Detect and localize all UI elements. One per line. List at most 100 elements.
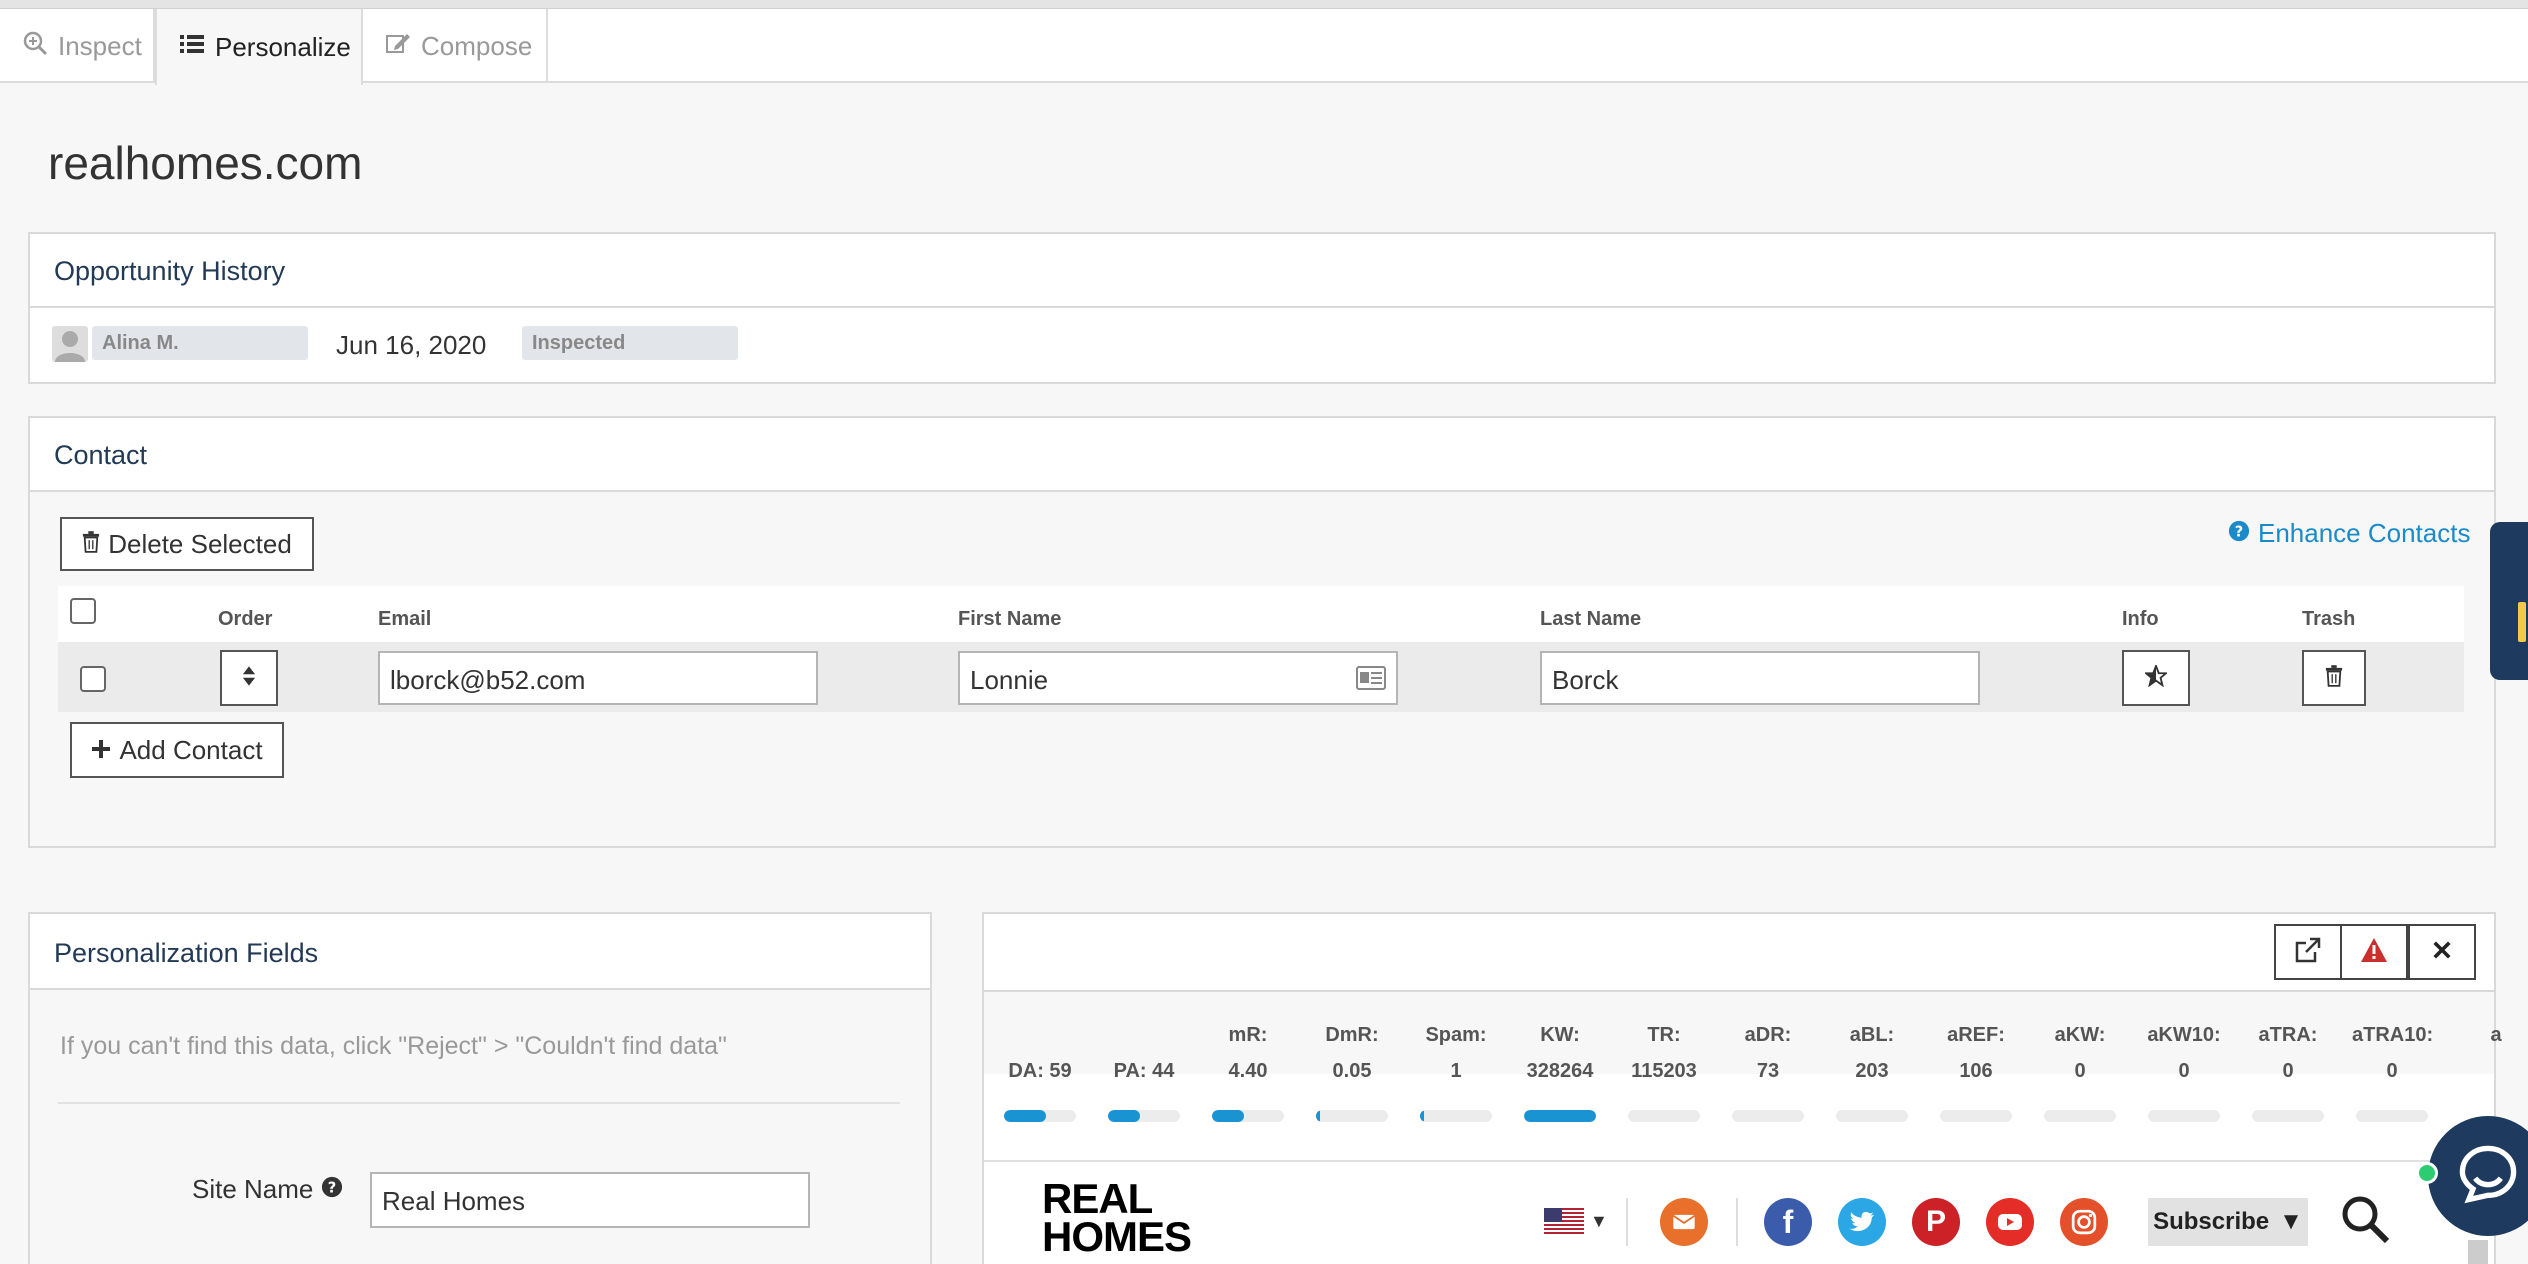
caret-down-icon: ▼ — [2279, 1208, 2303, 1235]
metric-value: 203 — [1855, 1060, 1889, 1082]
panel-title: Contact — [54, 440, 148, 470]
row-checkbox[interactable] — [80, 666, 106, 692]
metric-label: aREF: — [1947, 1024, 2005, 1046]
metric-value: 0 — [2282, 1060, 2294, 1082]
history-entry: Alina M. Jun 16, 2020 Inspected — [30, 308, 2494, 382]
info-button[interactable] — [2122, 650, 2190, 706]
opportunity-history-panel: Opportunity History Alina M. Jun 16, 202… — [28, 232, 2496, 384]
metric-value: 4.40 — [1228, 1060, 1268, 1082]
metric-label: aKW: — [2054, 1024, 2106, 1046]
sort-icon — [242, 663, 256, 694]
trash-button[interactable] — [2302, 650, 2366, 706]
panel-header: Opportunity History — [30, 234, 2494, 308]
metric-bar — [1316, 1110, 1388, 1122]
add-contact-button[interactable]: Add Contact — [70, 722, 284, 778]
metric-value: 0 — [2386, 1060, 2398, 1082]
col-first-name: First Name — [958, 608, 1062, 630]
metric-bar — [2356, 1110, 2428, 1122]
status-badge: Inspected — [522, 326, 738, 360]
panel-header: Personalization Fields — [30, 914, 930, 990]
svg-text:?: ? — [328, 1180, 337, 1197]
pinterest-icon[interactable]: P — [1912, 1198, 1960, 1246]
order-sort-button[interactable] — [220, 650, 278, 706]
tab-inspect[interactable]: Inspect — [0, 9, 155, 83]
realhomes-logo[interactable]: REAL HOMES — [1042, 1178, 1192, 1260]
page-title: realhomes.com — [48, 137, 363, 189]
col-order: Order — [218, 608, 273, 630]
question-circle-icon: ? — [2228, 518, 2250, 549]
question-circle-icon[interactable]: ? — [321, 1174, 343, 1205]
twitter-icon[interactable] — [1838, 1198, 1886, 1246]
chevron-down-icon: ▼ — [1590, 1210, 1608, 1231]
col-last-name: Last Name — [1540, 608, 1642, 630]
help-tab[interactable] — [2490, 522, 2528, 680]
add-contact-label: Add Contact — [119, 734, 263, 765]
browser-top-edge — [0, 0, 2528, 9]
tab-personalize[interactable]: Personalize — [155, 9, 363, 85]
trash-icon — [2325, 663, 2343, 694]
email-field[interactable]: lborck@b52.com — [378, 651, 818, 705]
logo-line-2: HOMES — [1042, 1213, 1192, 1260]
metric-label: aKW10: — [2147, 1024, 2221, 1046]
search-icon[interactable] — [2340, 1194, 2390, 1249]
warning-icon — [2360, 937, 2388, 968]
star-half-icon — [2143, 662, 2169, 694]
tab-inspect-label: Inspect — [58, 30, 142, 61]
metric-label: Spam: — [1425, 1024, 1487, 1046]
mail-icon[interactable] — [1660, 1198, 1708, 1246]
enhance-contacts-link[interactable]: ? Enhance Contacts — [2228, 518, 2470, 549]
instagram-icon[interactable] — [2060, 1198, 2108, 1246]
user-badge: Alina M. — [92, 326, 308, 360]
panel-title: Personalization Fields — [54, 938, 319, 968]
divider — [1736, 1198, 1738, 1246]
tab-personalize-label: Personalize — [215, 31, 351, 62]
metric-bar — [1420, 1110, 1492, 1122]
personalization-hint: If you can't find this data, click "Reje… — [60, 1032, 727, 1060]
scrollbar-thumb[interactable] — [2468, 1240, 2488, 1264]
delete-selected-button[interactable]: Delete Selected — [60, 517, 314, 571]
metric-bar-fill — [1524, 1110, 1596, 1122]
metric-label: aDR: — [1744, 1024, 1792, 1046]
enhance-contacts-label: Enhance Contacts — [2258, 518, 2471, 548]
metric-value: 328264 — [1526, 1060, 1594, 1082]
metric-value: 1 — [1450, 1060, 1462, 1082]
youtube-icon[interactable] — [1986, 1198, 2034, 1246]
us-flag-selector[interactable]: ▼ — [1544, 1208, 1608, 1234]
select-all-checkbox[interactable] — [70, 598, 96, 624]
metric-bar — [1732, 1110, 1804, 1122]
history-date: Jun 16, 2020 — [336, 330, 487, 360]
tab-bar: Inspect Personalize Compose — [0, 9, 2528, 85]
table-row: lborck@b52.com Lonnie Borck — [58, 642, 2464, 712]
col-email: Email — [378, 608, 432, 630]
svg-text:?: ? — [2235, 524, 2244, 541]
contact-card-icon[interactable] — [1356, 666, 1386, 695]
metric-label: aBL: — [1849, 1024, 1895, 1046]
close-button[interactable] — [2408, 924, 2476, 980]
search-plus-icon — [22, 30, 48, 63]
panel-title: Opportunity History — [54, 256, 286, 286]
facebook-icon[interactable]: f — [1764, 1198, 1812, 1246]
col-trash: Trash — [2302, 608, 2356, 630]
metric-label: DmR: — [1325, 1024, 1379, 1046]
metric-label: KW: — [1540, 1024, 1580, 1046]
report-button[interactable] — [2340, 924, 2408, 980]
last-name-field[interactable]: Borck — [1540, 651, 1980, 705]
site-name-field[interactable]: Real Homes — [370, 1172, 810, 1228]
metric-value: 115203 — [1631, 1060, 1697, 1082]
external-link-icon — [2295, 937, 2321, 968]
metric-label: aTRA: — [2258, 1024, 2318, 1046]
subscribe-label: Subscribe — [2153, 1208, 2270, 1235]
metric-bar-fill — [1212, 1110, 1244, 1122]
metric-bar — [1940, 1110, 2012, 1122]
metric-label: a — [2490, 1024, 2502, 1046]
first-name-field[interactable]: Lonnie — [958, 651, 1398, 705]
open-external-button[interactable] — [2274, 924, 2342, 980]
metric-value: PA: 44 — [1113, 1060, 1175, 1082]
divider — [1626, 1198, 1628, 1246]
online-status-dot — [2416, 1162, 2438, 1184]
metric-bar-fill — [1004, 1110, 1047, 1122]
tab-compose[interactable]: Compose — [363, 9, 548, 83]
site-name-label-group: Site Name ? — [192, 1174, 343, 1205]
metric-label: TR: — [1647, 1024, 1681, 1046]
subscribe-button[interactable]: Subscribe ▼ — [2148, 1198, 2308, 1246]
